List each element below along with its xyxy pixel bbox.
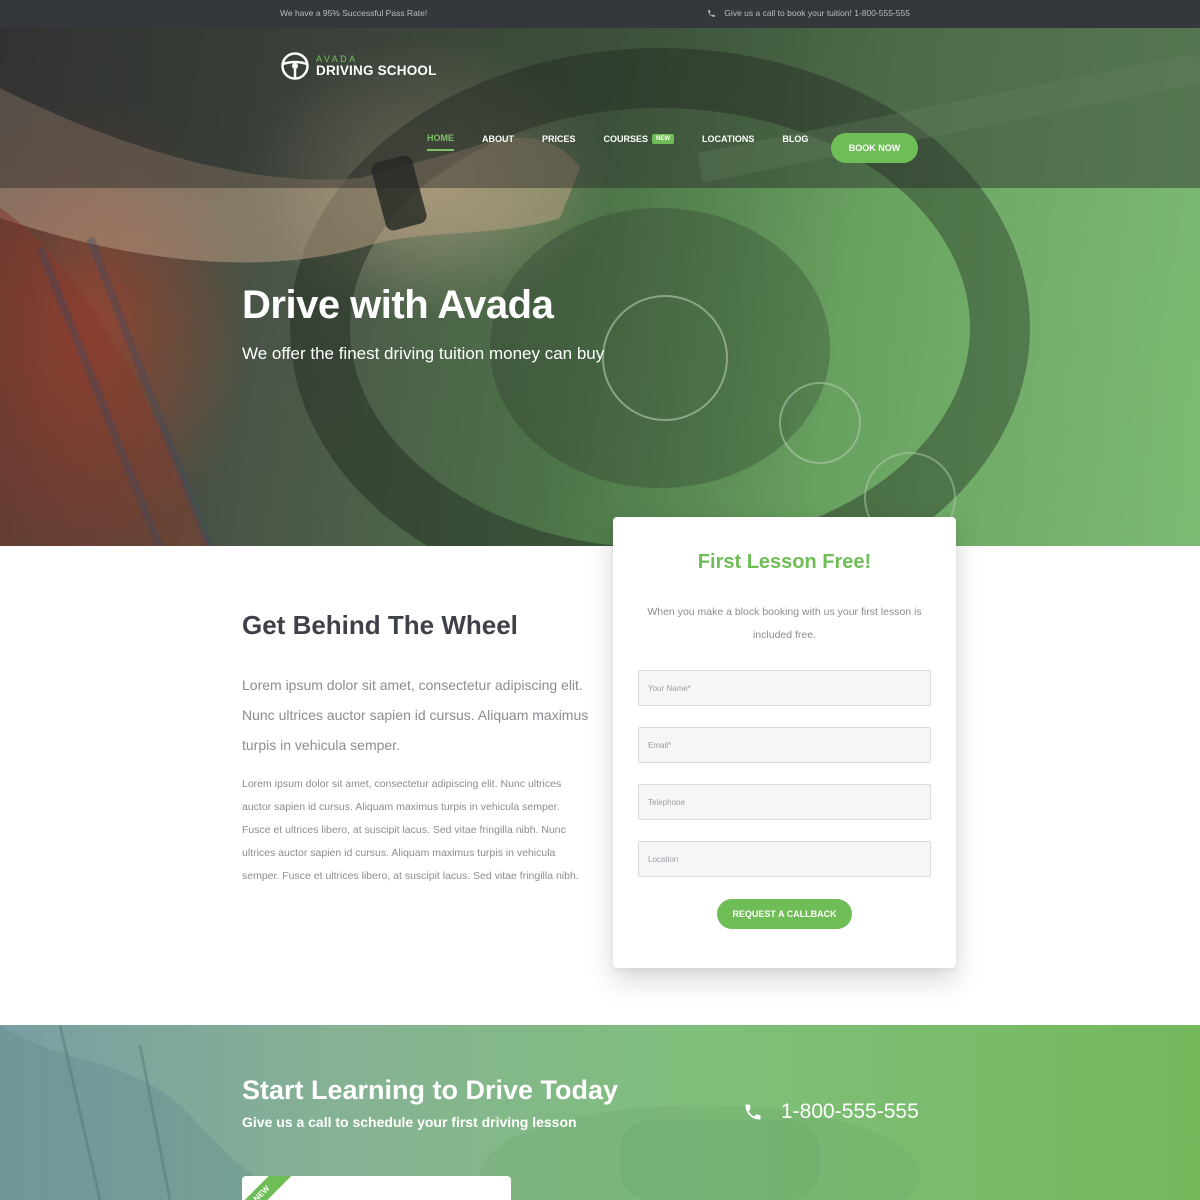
hero-subtitle: We offer the finest driving tuition mone…	[242, 344, 605, 363]
phone-icon	[745, 1104, 761, 1120]
course-card[interactable]: NEW	[242, 1176, 511, 1200]
cta-phone-number: 1-800-555-555	[781, 1100, 919, 1123]
new-badge: NEW	[652, 134, 675, 144]
nav-courses[interactable]: COURSES NEW	[604, 134, 675, 150]
new-ribbon: NEW	[242, 1176, 296, 1200]
section-title: Get Behind The Wheel	[242, 610, 518, 640]
nav-courses-label: COURSES	[603, 134, 649, 144]
steering-wheel-icon	[281, 52, 309, 80]
site-logo[interactable]: AVADA DRIVING SCHOOL	[280, 51, 437, 81]
header	[0, 28, 1200, 188]
topbar-call: Give us a call to book your tuition! 1-8…	[707, 8, 910, 18]
cta-title: Start Learning to Drive Today	[242, 1075, 619, 1105]
nav-locations[interactable]: LOCATIONS	[702, 134, 754, 150]
topbar-call-text: Give us a call to book your tuition! 1-8…	[724, 8, 910, 18]
logo-title: DRIVING SCHOOL	[316, 62, 437, 78]
book-now-button[interactable]: BOOK NOW	[831, 133, 918, 163]
email-field[interactable]	[638, 727, 931, 763]
request-callback-button[interactable]: REQUEST A CALLBACK	[717, 899, 852, 929]
callback-form-card: First Lesson Free! When you make a block…	[613, 517, 956, 968]
nav-blog[interactable]: BLOG	[782, 134, 808, 150]
hero-section: AVADA DRIVING SCHOOL HOME ABOUT PRICES C…	[0, 28, 1200, 546]
form-description: When you make a block booking with us yo…	[647, 606, 922, 641]
hero-title: Drive with Avada	[242, 283, 554, 327]
cta-background-image	[0, 1025, 920, 1200]
name-field[interactable]	[638, 670, 931, 706]
telephone-field[interactable]	[638, 784, 931, 820]
cta-section: Start Learning to Drive Today Give us a …	[0, 1025, 1200, 1200]
cta-phone[interactable]: 1-800-555-555	[743, 1100, 919, 1124]
body-paragraph: Lorem ipsum dolor sit amet, consectetur …	[242, 778, 579, 882]
main-nav: HOME ABOUT PRICES COURSES NEW LOCATIONS …	[427, 133, 836, 151]
form-title: First Lesson Free!	[697, 551, 872, 573]
location-field[interactable]	[638, 841, 931, 877]
lead-paragraph: Lorem ipsum dolor sit amet, consectetur …	[242, 677, 589, 753]
top-bar: We have a 95% Successful Pass Rate! Give…	[0, 0, 1200, 28]
nav-about[interactable]: ABOUT	[482, 134, 514, 150]
phone-icon	[708, 9, 716, 17]
nav-home[interactable]: HOME	[427, 133, 454, 151]
cta-subtitle: Give us a call to schedule your first dr…	[242, 1114, 577, 1130]
pass-rate-text: We have a 95% Successful Pass Rate!	[280, 8, 428, 18]
nav-prices[interactable]: PRICES	[542, 134, 576, 150]
